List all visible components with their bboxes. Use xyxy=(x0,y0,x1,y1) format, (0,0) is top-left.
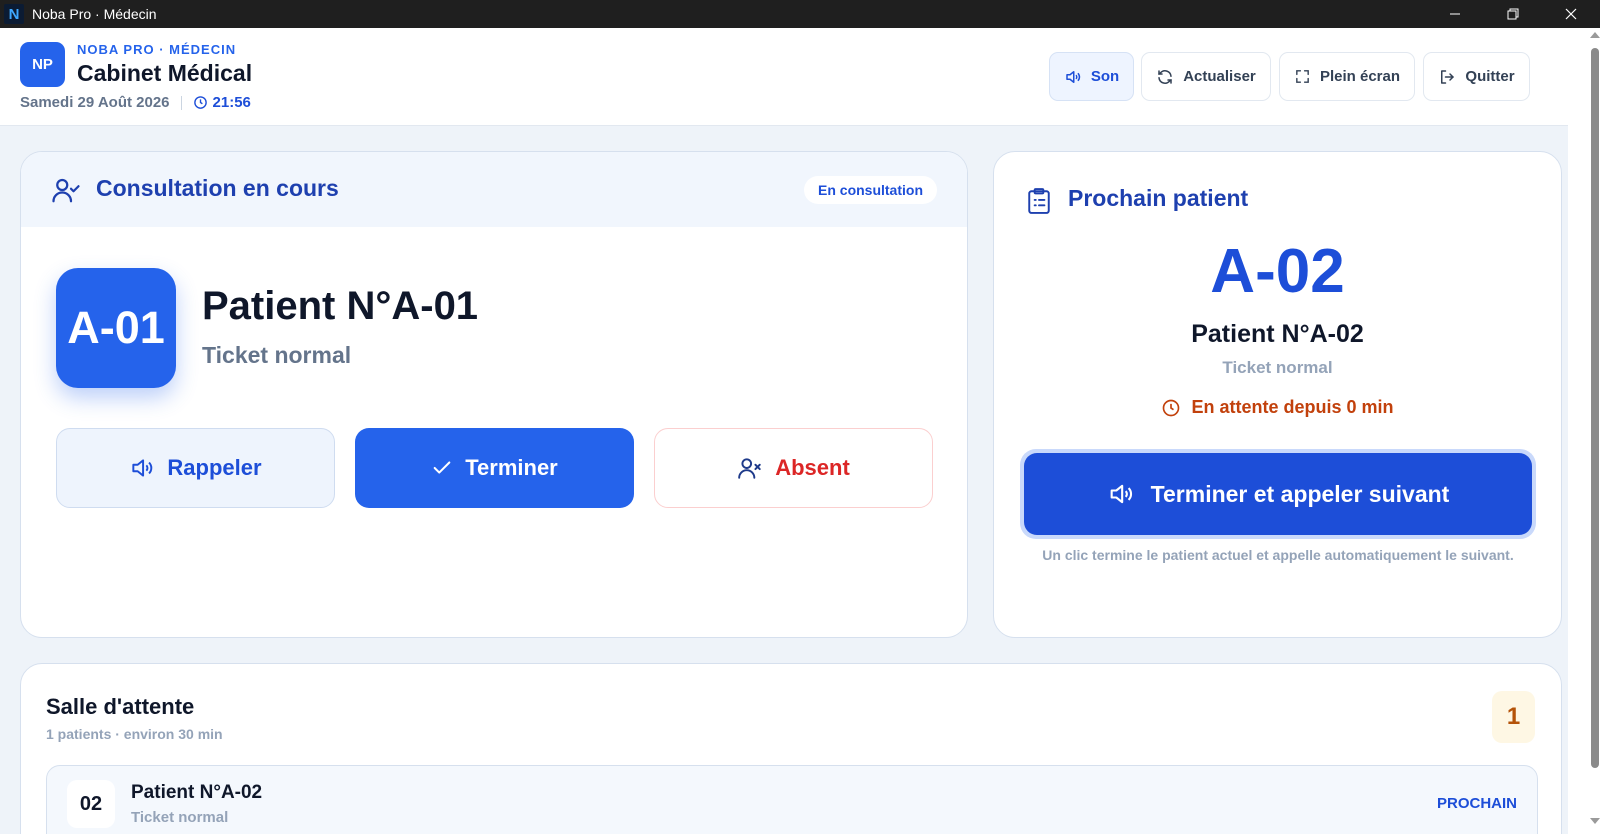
next-card-title: Prochain patient xyxy=(1068,185,1249,211)
finish-button[interactable]: Terminer xyxy=(355,428,634,508)
window-titlebar: N Noba Pro · Médecin xyxy=(0,0,1600,28)
call-next-label: Terminer et appeler suivant xyxy=(1150,480,1450,507)
absent-label: Absent xyxy=(775,455,850,480)
window-controls xyxy=(1426,0,1600,28)
recall-label: Rappeler xyxy=(167,455,262,480)
current-time: 21:56 xyxy=(212,94,251,111)
next-patient-name: Patient N°A-02 xyxy=(1191,320,1364,348)
speaker-icon xyxy=(1066,70,1080,83)
refresh-icon xyxy=(1158,69,1172,84)
recall-button[interactable]: Rappeler xyxy=(56,428,335,508)
sound-label: Son xyxy=(1090,68,1120,85)
speaker-icon xyxy=(1110,484,1132,504)
user-check-icon xyxy=(52,178,80,203)
absent-button[interactable]: Absent xyxy=(654,428,933,508)
current-date: Samedi 29 Août 2026 xyxy=(20,94,170,111)
fullscreen-icon xyxy=(1296,70,1309,83)
row-patient-name: Patient N°A-02 xyxy=(131,782,263,803)
clock-icon xyxy=(1163,399,1180,416)
brand-title: Cabinet Médical xyxy=(77,60,253,86)
waiting-time: En attente depuis 0 min xyxy=(994,397,1561,418)
waiting-room-subtitle: 1 patients · environ 30 min xyxy=(46,726,223,742)
row-status-tag: PROCHAIN xyxy=(1436,795,1517,812)
next-ticket-type: Ticket normal xyxy=(1222,358,1333,377)
current-card-header: Consultation en cours En consultation xyxy=(21,152,967,227)
current-card-title: Consultation en cours xyxy=(96,175,339,201)
list-item[interactable]: 02 Patient N°A-02 Ticket normal PROCHAIN xyxy=(46,765,1538,834)
sound-button[interactable]: Son xyxy=(1049,52,1134,101)
waiting-room-card: Salle d'attente 1 patients · environ 30 … xyxy=(20,663,1562,834)
waiting-count-badge: 1 xyxy=(1492,691,1535,743)
current-ticket-number: A-01 xyxy=(56,268,176,388)
fullscreen-label: Plein écran xyxy=(1319,68,1401,85)
speaker-icon xyxy=(132,459,153,477)
vertical-scrollbar[interactable] xyxy=(1568,28,1600,834)
clock-icon xyxy=(193,96,207,109)
refresh-label: Actualiser xyxy=(1183,68,1256,85)
call-next-hint: Un clic termine le patient actuel et app… xyxy=(1042,547,1514,563)
current-patient-name: Patient N°A-01 xyxy=(202,284,479,328)
restore-icon[interactable] xyxy=(1484,0,1542,28)
minimize-icon[interactable] xyxy=(1426,0,1484,28)
clipboard-icon xyxy=(1028,188,1050,214)
quit-button[interactable]: Quitter xyxy=(1423,52,1530,101)
window-title: Noba Pro · Médecin xyxy=(32,6,157,22)
waiting-time-label: En attente depuis 0 min xyxy=(1191,397,1394,417)
divider xyxy=(180,95,182,110)
scroll-down-arrow-icon[interactable] xyxy=(1590,818,1600,824)
refresh-button[interactable]: Actualiser xyxy=(1141,52,1271,101)
close-icon[interactable] xyxy=(1542,0,1600,28)
current-ticket-type: Ticket normal xyxy=(202,342,352,368)
row-ticket-type: Ticket normal xyxy=(131,809,229,826)
row-ticket-number: 02 xyxy=(67,780,115,828)
clock: 21:56 xyxy=(193,94,251,111)
check-icon xyxy=(433,461,451,474)
finish-and-call-next-button[interactable]: Terminer et appeler suivant xyxy=(1024,453,1532,535)
fullscreen-button[interactable]: Plein écran xyxy=(1279,52,1415,101)
date-time-line: Samedi 29 Août 2026 21:56 xyxy=(20,94,251,111)
quit-label: Quitter xyxy=(1465,68,1515,85)
brand-subtitle: NOBA PRO · MÉDECIN xyxy=(77,42,237,57)
next-patient-card: Prochain patient A-02 Patient N°A-02 Tic… xyxy=(993,151,1562,638)
status-badge: En consultation xyxy=(804,176,937,204)
current-consultation-card: Consultation en cours En consultation A-… xyxy=(20,151,968,638)
app-header: NP NOBA PRO · MÉDECIN Cabinet Médical Sa… xyxy=(0,28,1568,126)
next-ticket-number: A-02 xyxy=(1210,237,1345,306)
finish-label: Terminer xyxy=(465,455,558,480)
waiting-room-title: Salle d'attente xyxy=(46,694,195,719)
scroll-up-arrow-icon[interactable] xyxy=(1590,32,1600,38)
call-next-focus-ring: Terminer et appeler suivant xyxy=(1020,449,1536,539)
app-logo-icon: N xyxy=(4,4,24,24)
logout-icon xyxy=(1441,69,1455,84)
scrollbar-thumb[interactable] xyxy=(1591,48,1599,768)
user-x-icon xyxy=(738,458,761,479)
brand-logo: NP xyxy=(20,42,65,87)
